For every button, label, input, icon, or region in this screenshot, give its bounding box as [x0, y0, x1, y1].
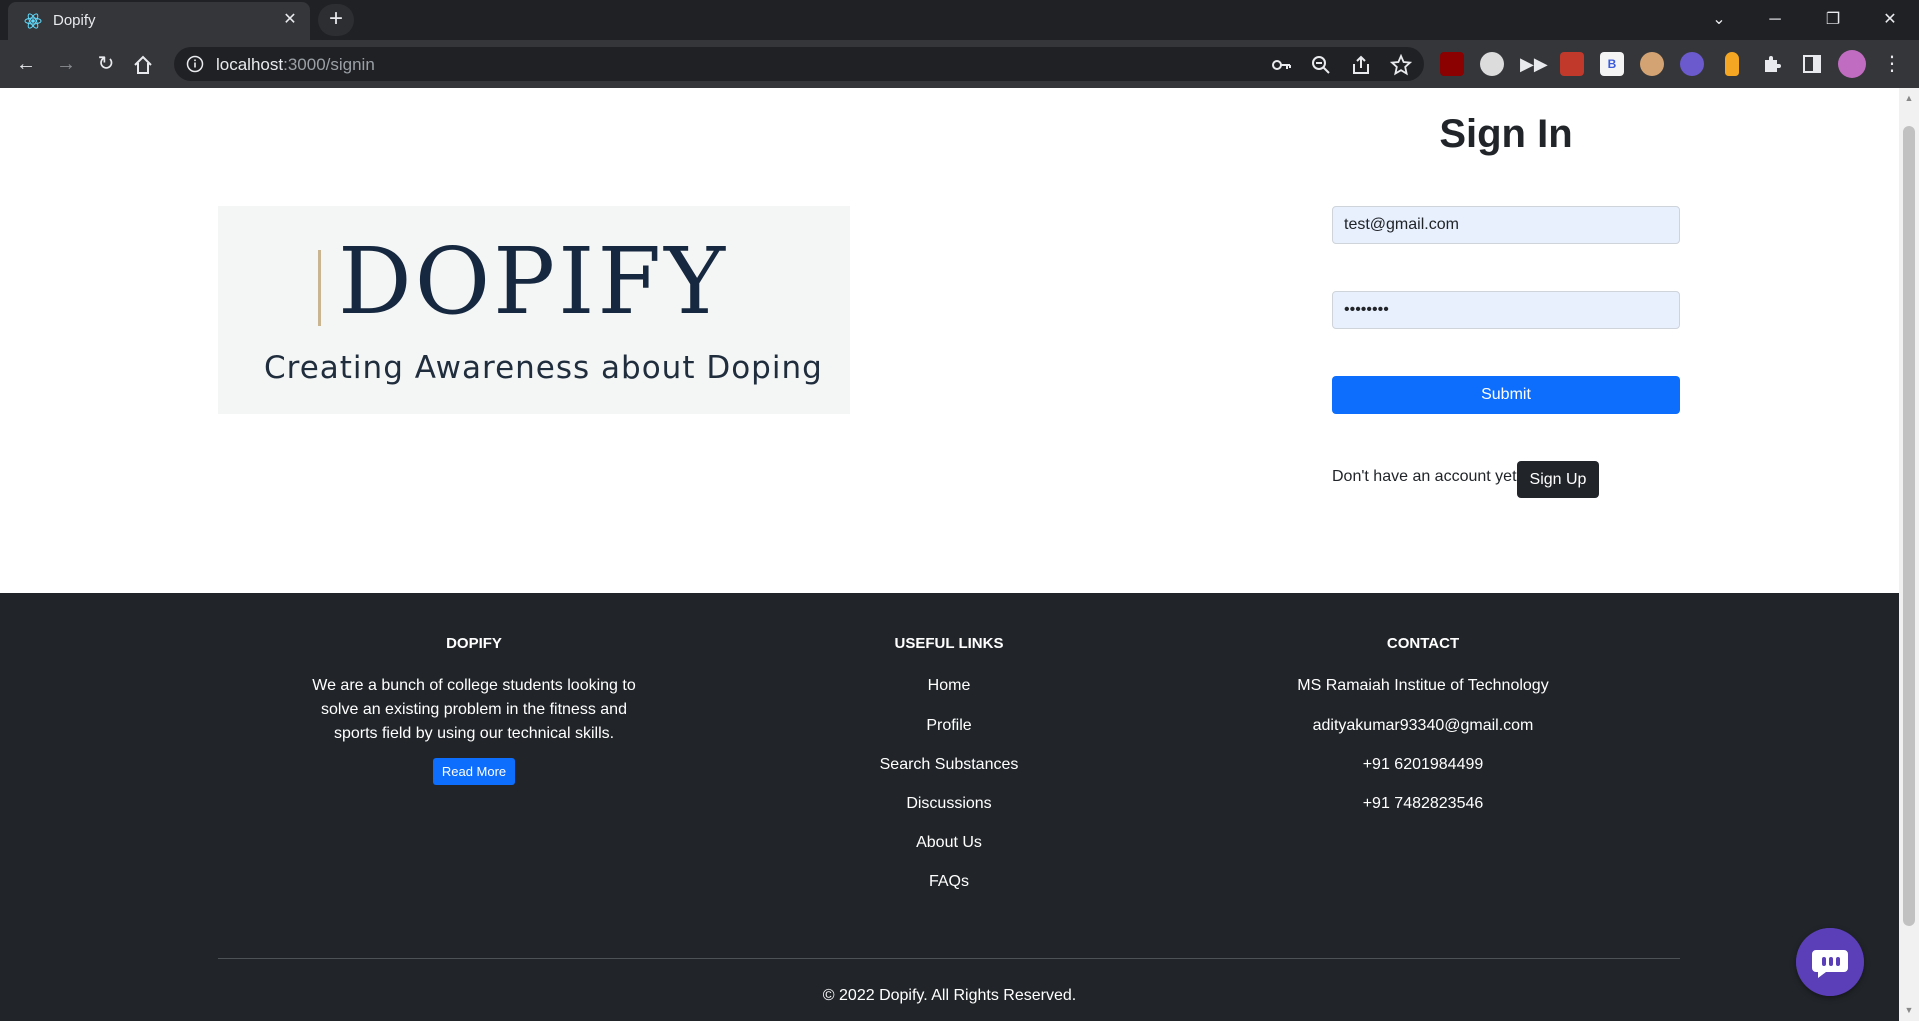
extension-orange-icon[interactable]	[1725, 52, 1739, 76]
fast-forward-icon[interactable]: ▶▶	[1520, 52, 1548, 76]
submit-button[interactable]: Submit	[1332, 376, 1680, 414]
scroll-up-icon[interactable]: ▲	[1903, 92, 1915, 104]
extension-b-icon[interactable]: B	[1600, 52, 1624, 76]
close-window-button[interactable]: ✕	[1870, 6, 1910, 34]
footer-link-discussions[interactable]: Discussions	[769, 792, 1129, 816]
info-icon[interactable]	[186, 55, 204, 73]
page-content: DOPIFY Creating Awareness about Doping S…	[0, 88, 1899, 1021]
read-more-button[interactable]: Read More	[432, 758, 516, 785]
footer-link-home[interactable]: Home	[769, 674, 1129, 698]
no-account-text: Don't have an account yet	[1332, 468, 1517, 485]
extension-red-icon[interactable]	[1560, 52, 1584, 76]
profile-avatar[interactable]	[1838, 50, 1866, 78]
chat-bubble-icon[interactable]	[1796, 928, 1864, 996]
logo-tagline: Creating Awareness about Doping	[264, 350, 823, 386]
share-icon[interactable]	[1350, 54, 1372, 76]
contact-email[interactable]: adityakumar93340@gmail.com	[1243, 714, 1603, 738]
footer-link-profile[interactable]: Profile	[769, 714, 1129, 738]
footer-about-text: We are a bunch of college students looki…	[312, 677, 636, 742]
key-icon[interactable]	[1270, 54, 1292, 76]
extension-star-icon[interactable]	[1680, 52, 1704, 76]
scroll-thumb[interactable]	[1903, 126, 1915, 926]
contact-phone-2[interactable]: +91 7482823546	[1243, 792, 1603, 816]
url-host: localhost	[216, 55, 284, 74]
page-scrollbar[interactable]: ▲ ▼	[1899, 88, 1919, 1021]
footer-link-about-us[interactable]: About Us	[769, 831, 1129, 855]
contact-phone-1[interactable]: +91 6201984499	[1243, 753, 1603, 777]
extension-face-icon[interactable]	[1640, 52, 1664, 76]
bookmark-star-icon[interactable]	[1390, 54, 1412, 76]
browser-tab[interactable]: Dopify ✕	[8, 2, 310, 40]
footer-divider	[218, 958, 1680, 959]
logo-accent-bar	[318, 250, 321, 326]
reload-icon[interactable]: ↻	[92, 50, 120, 78]
footer-links-column: USEFUL LINKS Home Profile Search Substan…	[769, 635, 1129, 910]
home-icon[interactable]	[132, 54, 154, 76]
copyright-text: © 2022 Dopify. All Rights Reserved.	[822, 987, 1077, 1004]
footer-links-heading: USEFUL LINKS	[894, 635, 1004, 652]
ublock-icon[interactable]	[1440, 52, 1464, 76]
restore-button[interactable]: ❐	[1813, 6, 1853, 34]
ghost-extension-icon[interactable]	[1480, 52, 1504, 76]
page-title: Sign In	[1439, 112, 1573, 156]
scroll-down-icon[interactable]: ▼	[1903, 1004, 1915, 1016]
tab-title: Dopify	[53, 12, 96, 29]
dopify-logo: DOPIFY Creating Awareness about Doping	[218, 206, 850, 414]
email-field[interactable]	[1332, 206, 1680, 244]
puzzle-icon[interactable]	[1760, 52, 1784, 76]
address-bar[interactable]: localhost:3000/signin	[174, 47, 1424, 81]
footer-contact-column: CONTACT MS Ramaiah Institue of Technolog…	[1243, 635, 1603, 832]
logo-wordmark: DOPIFY	[338, 228, 728, 335]
footer-link-faqs[interactable]: FAQs	[769, 870, 1129, 894]
url-path: :3000/signin	[283, 55, 375, 74]
browser-tab-strip: Dopify ✕ + ⌄ ─ ❐ ✕	[0, 0, 1919, 40]
side-panel-icon[interactable]	[1800, 52, 1824, 76]
browser-toolbar: ← → ↻ localhost:3000/signin ▶▶ B ⋮	[0, 40, 1919, 88]
footer-about-column: DOPIFY We are a bunch of college student…	[294, 635, 654, 785]
footer-link-search-substances[interactable]: Search Substances	[769, 753, 1129, 777]
footer: DOPIFY We are a bunch of college student…	[0, 593, 1899, 1021]
minimize-button[interactable]: ─	[1755, 6, 1795, 34]
sign-up-button[interactable]: Sign Up	[1517, 461, 1599, 498]
react-icon	[24, 13, 42, 29]
new-tab-button[interactable]: +	[318, 4, 354, 36]
close-icon[interactable]: ✕	[280, 10, 300, 30]
tab-search-icon[interactable]: ⌄	[1699, 6, 1739, 34]
footer-about-heading: DOPIFY	[446, 635, 502, 652]
footer-contact-heading: CONTACT	[1386, 635, 1460, 652]
url-text: localhost:3000/signin	[216, 55, 375, 75]
password-field[interactable]	[1332, 291, 1680, 329]
forward-icon[interactable]: →	[52, 50, 80, 78]
contact-institute: MS Ramaiah Institue of Technology	[1297, 677, 1549, 694]
back-icon[interactable]: ←	[12, 50, 40, 78]
menu-dots-icon[interactable]: ⋮	[1880, 52, 1904, 76]
zoom-icon[interactable]	[1310, 54, 1332, 76]
